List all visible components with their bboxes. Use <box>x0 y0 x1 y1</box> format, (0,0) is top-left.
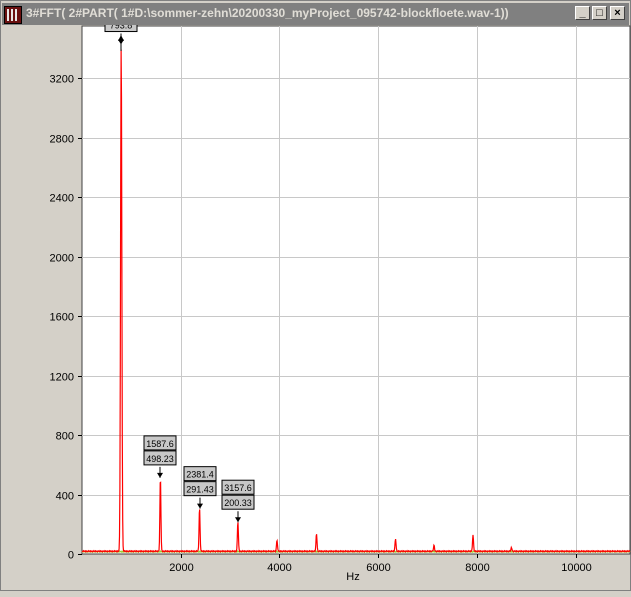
title-bar[interactable]: 3#FFT( 2#PART( 1#D:\sommer-zehn\20200330… <box>2 3 629 25</box>
y-tick-label: 2000 <box>50 253 74 265</box>
minimize-button[interactable]: _ <box>575 6 590 20</box>
y-tick-label: 3200 <box>50 74 74 86</box>
x-tick-label: 4000 <box>267 562 291 574</box>
y-tick-label: 2800 <box>50 134 74 146</box>
x-axis: 2000 4000 6000 8000 10000 <box>169 554 592 574</box>
peak-freq-label: 498.23 <box>146 454 174 464</box>
y-tick-label: 1200 <box>50 372 74 384</box>
x-tick-label: 2000 <box>169 562 193 574</box>
maximize-button[interactable]: □ <box>592 6 607 20</box>
fft-window: 3#FFT( 2#PART( 1#D:\sommer-zehn\20200330… <box>0 0 631 591</box>
peak-freq-label: 291.43 <box>186 485 214 495</box>
x-axis-label: Hz <box>346 571 359 583</box>
close-button[interactable]: × <box>610 6 625 20</box>
y-tick-label: 1600 <box>50 312 74 324</box>
peak-freq-label: 200.33 <box>224 498 252 508</box>
y-axis: 0 400 800 1200 1600 2000 2400 2800 3200 <box>50 74 82 562</box>
y-tick-label: 0 <box>68 550 74 562</box>
x-tick-label: 6000 <box>366 562 390 574</box>
waveform-app-icon[interactable] <box>4 6 22 24</box>
y-tick-label: 400 <box>56 491 74 503</box>
x-tick-label: 10000 <box>561 562 592 574</box>
plot-area: 0 400 800 1200 1600 2000 2400 2800 3200 2000 4000… <box>1 2 631 592</box>
fft-chart[interactable]: 0 400 800 1200 1600 2000 2400 2800 3200 2000 4000… <box>1 2 631 592</box>
peak-freq-label: 793.8 <box>110 25 133 31</box>
peak-value-label: 1587.6 <box>146 439 174 449</box>
plot-background <box>81 25 631 555</box>
y-tick-label: 800 <box>56 431 74 443</box>
y-tick-label: 2400 <box>50 193 74 205</box>
peak-value-label: 2381.4 <box>186 470 214 480</box>
window-title: 3#FFT( 2#PART( 1#D:\sommer-zehn\20200330… <box>26 6 509 20</box>
peak-value-label: 3157.6 <box>224 483 252 493</box>
x-tick-label: 8000 <box>465 562 489 574</box>
